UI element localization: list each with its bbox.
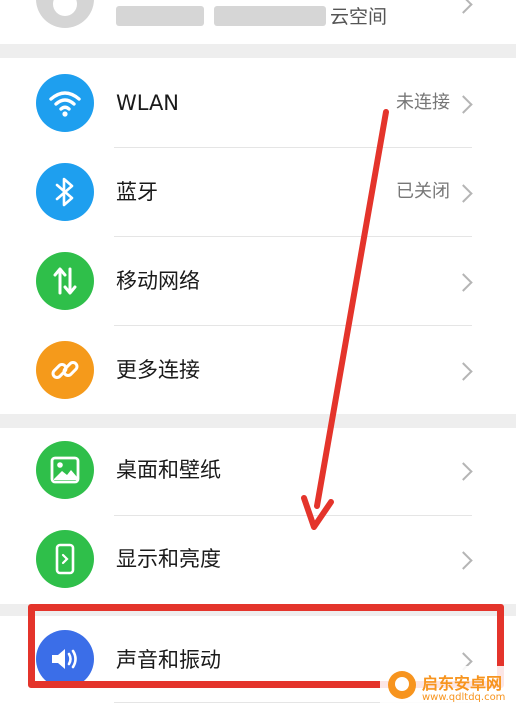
- section-gap: [0, 414, 516, 428]
- setting-label: WLAN: [116, 91, 180, 115]
- setting-wlan[interactable]: WLAN 未连接: [0, 58, 516, 146]
- cloud-space-label: 云空间: [330, 6, 388, 28]
- chevron-right-icon: [454, 95, 473, 114]
- setting-wallpaper[interactable]: 桌面和壁纸: [0, 428, 516, 516]
- setting-label: 桌面和壁纸: [116, 458, 221, 482]
- chevron-right-icon: [454, 0, 473, 14]
- setting-label: 更多连接: [116, 358, 200, 382]
- setting-display[interactable]: 显示和亮度: [0, 516, 516, 604]
- mobile-data-icon: [36, 252, 94, 310]
- setting-label: 移动网络: [116, 269, 200, 293]
- setting-more-connections[interactable]: 更多连接: [0, 326, 516, 414]
- chevron-right-icon: [454, 551, 473, 570]
- image-icon: [36, 441, 94, 499]
- wifi-icon: [36, 74, 94, 132]
- setting-label: 显示和亮度: [116, 547, 221, 571]
- setting-mobile-network[interactable]: 移动网络: [0, 237, 516, 325]
- chevron-right-icon: [454, 273, 473, 292]
- setting-bluetooth[interactable]: 蓝牙 已关闭: [0, 148, 516, 236]
- section-gap: [0, 44, 516, 58]
- account-info-blurred: [214, 6, 326, 26]
- watermark-brand: 启东安卓网: [422, 674, 503, 693]
- watermark-logo-icon: [388, 671, 416, 699]
- phone-brightness-icon: [36, 530, 94, 588]
- wlan-status: 未连接: [396, 92, 450, 113]
- account-name-blurred: [116, 6, 204, 26]
- watermark-url: www.qdltdq.com: [422, 692, 506, 703]
- chevron-right-icon: [454, 462, 473, 481]
- bluetooth-status: 已关闭: [396, 181, 450, 202]
- chevron-right-icon: [454, 362, 473, 381]
- setting-label: 蓝牙: [116, 180, 158, 204]
- bluetooth-icon: [36, 163, 94, 221]
- chevron-right-icon: [454, 184, 473, 203]
- account-row[interactable]: 云空间: [0, 0, 516, 44]
- avatar: [36, 0, 94, 28]
- link-icon: [36, 341, 94, 399]
- watermark: 启东安卓网 www.qdltdq.com: [380, 666, 516, 709]
